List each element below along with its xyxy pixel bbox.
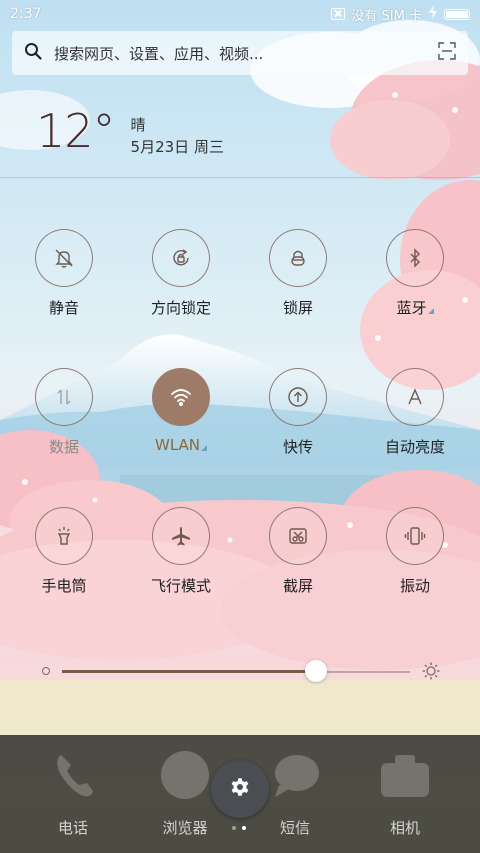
charging-icon [428,5,438,23]
header-divider [0,177,480,178]
toggle-label: 方向锁定 [150,299,211,317]
toggle-wlan[interactable]: WLAN [126,368,236,454]
bell-off-icon [35,229,93,287]
auto-brightness-icon [386,368,444,426]
page-dot [232,826,236,830]
page-indicator [232,826,246,830]
page-dot-active [242,826,246,830]
screenshot-icon [269,507,327,565]
toggle-label: 手电筒 [41,577,87,595]
rotation-lock-icon [152,229,210,287]
brightness-low-icon [42,667,50,675]
toggle-lock-screen[interactable]: 锁屏 [243,229,353,318]
app-label: 浏览器 [162,819,208,837]
toggle-bluetooth[interactable]: 蓝牙 [360,229,470,318]
toggle-label-text: 蓝牙 [396,299,427,317]
settings-indicator-icon [427,308,434,314]
lock-icon [269,229,327,287]
search-input[interactable]: 搜索网页、设置、应用、视频... [54,43,438,64]
status-bar: 2:37 没有 SIM 卡 [0,0,480,28]
carrier-text: 没有 SIM 卡 [351,8,422,24]
status-time: 2:37 [10,6,42,22]
settings-button[interactable] [211,760,269,818]
gear-icon [228,775,252,803]
toggle-mobile-data[interactable]: 数据 [9,368,119,457]
toggle-flashlight[interactable]: 手电筒 [9,507,119,596]
toggle-label: 锁屏 [282,299,313,317]
settings-indicator-icon [201,445,207,451]
toggle-auto-brightness[interactable]: 自动亮度 [360,368,470,457]
scan-icon[interactable] [438,42,456,64]
browser-icon [155,745,215,805]
brightness-fill [62,670,317,673]
app-label: 短信 [279,819,310,837]
toggle-screenshot[interactable]: 截屏 [243,507,353,596]
bluetooth-icon [386,229,444,287]
toggle-label: 振动 [399,577,430,595]
toggle-label: 蓝牙 [360,297,470,318]
brightness-high-icon [422,662,440,684]
status-indicators: 没有 SIM 卡 [331,5,470,24]
toggle-silent[interactable]: 静音 [9,229,119,318]
toggle-quick-transfer[interactable]: 快传 [243,368,353,457]
toggle-airplane-mode[interactable]: 飞行模式 [126,507,236,596]
camera-icon [375,745,435,805]
phone-icon [43,745,103,805]
toggle-label: 数据 [48,438,79,456]
flashlight-icon [35,507,93,565]
toggle-label: WLAN [126,436,236,454]
toggle-vibrate[interactable]: 振动 [360,507,470,596]
search-icon [24,42,42,64]
toggle-label: 快传 [282,438,313,456]
brightness-slider[interactable] [40,658,444,684]
toggle-rotation-lock[interactable]: 方向锁定 [126,229,236,318]
dock-app-camera[interactable]: 相机 [350,745,460,838]
no-sim-icon [331,8,346,20]
mobile-data-icon [35,368,93,426]
brightness-thumb[interactable] [305,660,328,682]
toggle-label: 飞行模式 [150,577,211,595]
weather-details: 晴 5月23日 周三 [131,114,224,158]
toggle-label: 自动亮度 [384,438,445,456]
toggle-label: 截屏 [282,577,313,595]
toggle-label: 静音 [48,299,79,317]
quick-transfer-icon [269,368,327,426]
app-label: 相机 [389,819,420,837]
search-bar[interactable]: 搜索网页、设置、应用、视频... [12,31,468,75]
weather-widget[interactable]: 12° 晴 5月23日 周三 [36,108,224,158]
messages-icon [265,745,325,805]
weather-temperature: 12° [36,104,116,158]
weather-condition: 晴 [130,116,146,134]
battery-icon [444,8,470,20]
dock-app-phone[interactable]: 电话 [18,745,128,838]
app-label: 电话 [57,819,88,837]
wifi-icon [152,368,210,426]
vibrate-icon [386,507,444,565]
weather-date: 5月23日 周三 [130,138,224,156]
toggle-label-text: WLAN [154,436,200,454]
airplane-icon [152,507,210,565]
